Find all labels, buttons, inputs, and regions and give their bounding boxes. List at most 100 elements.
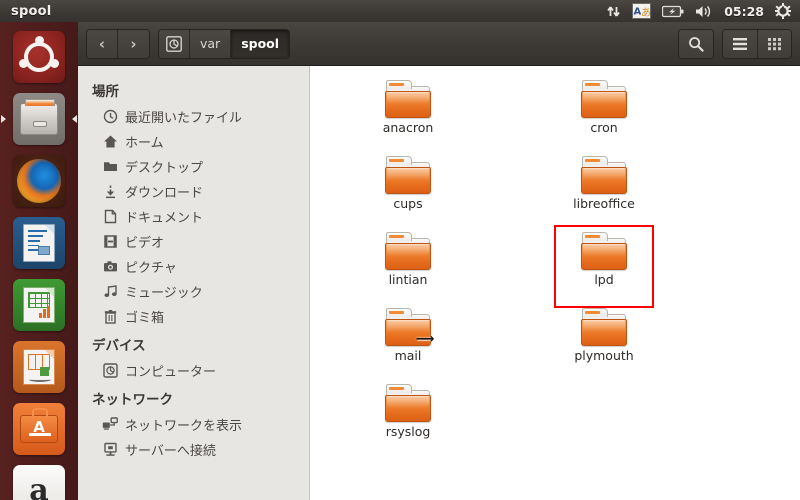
volume-icon[interactable] — [695, 0, 713, 22]
breadcrumb-spool[interactable]: spool — [231, 29, 290, 58]
sidebar-item-label: ミュージック — [125, 286, 203, 301]
sidebar-item-documents[interactable]: ドキュメント — [78, 204, 309, 229]
libreoffice-calc-icon — [13, 279, 65, 331]
sidebar-item-label: デスクトップ — [125, 161, 204, 176]
sidebar-item-connect-to-server[interactable]: サーバーへ接続 — [78, 437, 309, 462]
file-row: ⟶ mail plymouth — [310, 304, 800, 380]
folder-icon — [581, 80, 627, 118]
folder-icon — [581, 308, 627, 346]
navigation-buttons: ‹ › — [86, 28, 150, 59]
search-icon — [689, 36, 704, 52]
sidebar-item-desktop[interactable]: デスクトップ — [78, 154, 309, 179]
sidebar-item-home[interactable]: ホーム — [78, 129, 309, 154]
launcher-item-firefox[interactable] — [0, 150, 78, 212]
symlink-emblem-icon: ⟶ — [415, 331, 435, 347]
running-indicator-right — [72, 115, 77, 123]
breadcrumb-computer[interactable] — [159, 29, 190, 58]
file-item-lpd[interactable]: lpd — [506, 225, 702, 308]
file-item-anacron[interactable]: anacron — [310, 76, 506, 152]
file-icon-view[interactable]: anacron cron cups libreoffice lintian lp… — [310, 66, 800, 500]
camera-icon — [102, 259, 118, 275]
folder-icon: ⟶ — [385, 308, 435, 347]
trash-icon — [102, 309, 118, 325]
file-label: cups — [393, 196, 423, 211]
launcher-item-ubuntu-dash[interactable] — [0, 26, 78, 88]
firefox-icon — [13, 155, 65, 207]
system-tray: A あ 05:28 — [606, 0, 800, 22]
computer-icon — [102, 363, 118, 379]
file-item-libreoffice[interactable]: libreoffice — [506, 152, 702, 228]
file-label: lintian — [388, 272, 428, 287]
ubuntu-software-center-icon: A — [13, 403, 65, 455]
sidebar-item-videos[interactable]: ビデオ — [78, 229, 309, 254]
sidebar-item-music[interactable]: ミュージック — [78, 279, 309, 304]
running-indicator-left — [1, 115, 6, 123]
file-item-cups[interactable]: cups — [310, 152, 506, 228]
network-transfer-icon[interactable] — [606, 0, 621, 22]
sidebar-item-label: ホーム — [125, 136, 164, 151]
sidebar-item-computer[interactable]: コンピューター — [78, 358, 309, 383]
top-panel: spool A あ 05:28 — [0, 0, 800, 22]
grid-view-button[interactable] — [758, 29, 791, 58]
sidebar-item-recent[interactable]: 最近開いたファイル — [78, 104, 309, 129]
launcher-item-files[interactable] — [0, 88, 78, 150]
sidebar-item-browse-network[interactable]: ネットワークを表示 — [78, 412, 309, 437]
battery-icon[interactable] — [662, 0, 684, 22]
breadcrumb-var[interactable]: var — [190, 29, 232, 58]
file-row: anacron cron — [310, 76, 800, 152]
file-row: cups libreoffice — [310, 152, 800, 228]
home-icon — [102, 134, 118, 150]
folder-icon — [581, 232, 627, 270]
sidebar-item-label: ピクチャ — [125, 261, 177, 276]
launcher-item-amazon[interactable]: a — [0, 460, 78, 500]
input-method-icon[interactable]: A あ — [632, 0, 652, 22]
sidebar-item-label: ダウンロード — [125, 186, 204, 201]
document-icon — [102, 209, 118, 225]
sidebar-item-label: ビデオ — [125, 236, 165, 251]
file-manager-toolbar: ‹ › var spool — [78, 22, 800, 66]
file-item-mail[interactable]: ⟶ mail — [310, 304, 506, 380]
file-item-cron[interactable]: cron — [506, 76, 702, 152]
menu-button[interactable] — [723, 29, 758, 58]
back-button[interactable]: ‹ — [87, 29, 118, 58]
file-row: rsyslog — [310, 380, 800, 456]
file-label: lpd — [594, 272, 614, 287]
forward-button[interactable]: › — [118, 29, 149, 58]
session-gear-icon[interactable] — [775, 0, 791, 22]
launcher-item-calc[interactable] — [0, 274, 78, 336]
file-manager-window: ‹ › var spool 場所 最近開いたファイル ホーム デスクトップ ダウ… — [78, 22, 800, 500]
folder-icon — [102, 159, 118, 175]
sidebar-heading-places: 場所 — [92, 84, 119, 100]
folder-icon — [385, 384, 431, 422]
clock-icon — [102, 109, 118, 125]
sidebar-item-label: 最近開いたファイル — [125, 111, 243, 126]
search-group — [678, 28, 714, 59]
search-button[interactable] — [679, 29, 713, 58]
window-body: 場所 最近開いたファイル ホーム デスクトップ ダウンロード ドキュメント ビデ… — [78, 66, 800, 500]
launcher-item-impress[interactable] — [0, 336, 78, 398]
window-title: spool — [11, 3, 52, 19]
menu-icon — [733, 37, 747, 50]
file-item-lintian[interactable]: lintian — [310, 228, 506, 304]
launcher-item-writer[interactable] — [0, 212, 78, 274]
file-label: plymouth — [574, 348, 634, 363]
folder-icon — [385, 232, 431, 270]
sidebar-item-downloads[interactable]: ダウンロード — [78, 179, 309, 204]
video-icon — [102, 234, 118, 250]
file-item-rsyslog[interactable]: rsyslog — [310, 380, 506, 456]
view-group — [722, 28, 792, 59]
launcher-item-software-center[interactable]: A — [0, 398, 78, 460]
file-item-plymouth[interactable]: plymouth — [506, 304, 702, 380]
unity-launcher: A a — [0, 22, 78, 500]
clock[interactable]: 05:28 — [724, 0, 764, 22]
amazon-icon: a — [13, 465, 65, 500]
sidebar-item-trash[interactable]: ゴミ箱 — [78, 304, 309, 329]
sidebar-item-label: ドキュメント — [125, 211, 204, 226]
sidebar-item-pictures[interactable]: ピクチャ — [78, 254, 309, 279]
folder-icon — [581, 156, 627, 194]
svg-text:あ: あ — [641, 7, 651, 19]
libreoffice-impress-icon — [13, 341, 65, 393]
libreoffice-writer-icon — [13, 217, 65, 269]
file-label: anacron — [382, 120, 434, 135]
ubuntu-desktop: spool A あ 05:28 A a ‹ › var spool 場所 最近開… — [0, 0, 800, 500]
